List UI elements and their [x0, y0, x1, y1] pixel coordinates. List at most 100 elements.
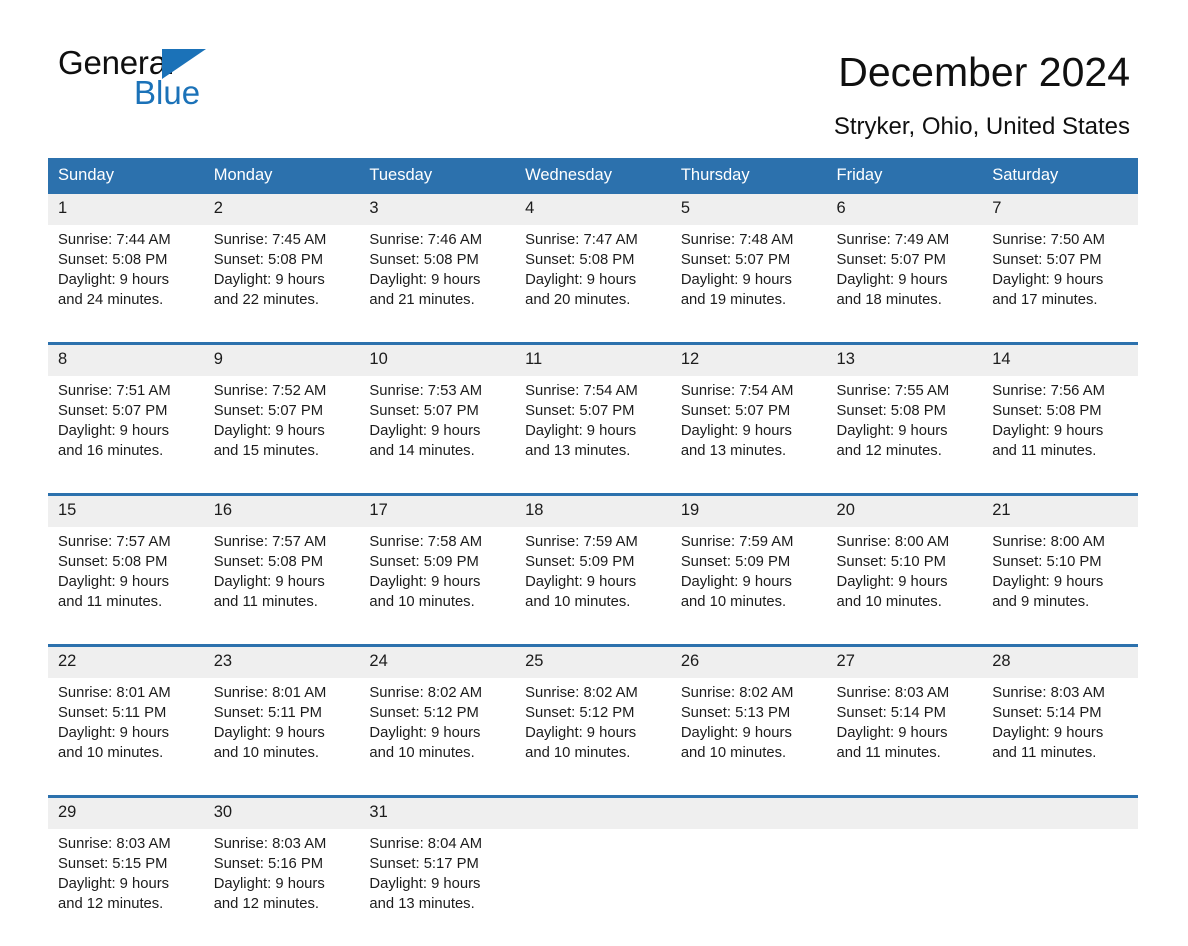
day-cell[interactable]: Sunrise: 7:54 AM Sunset: 5:07 PM Dayligh… [515, 376, 671, 495]
day-cell[interactable]: Sunrise: 7:47 AM Sunset: 5:08 PM Dayligh… [515, 225, 671, 344]
daylight-text-line1: Daylight: 9 hours [836, 272, 948, 288]
day-number[interactable]: 18 [515, 493, 671, 527]
day-number[interactable]: 3 [359, 194, 516, 225]
empty-day-cell [515, 829, 671, 946]
day-number[interactable]: 11 [515, 342, 671, 376]
day-number[interactable]: 30 [203, 795, 360, 829]
daylight-text-line2: and 13 minutes. [525, 443, 631, 459]
day-cell[interactable]: Sunrise: 8:03 AM Sunset: 5:14 PM Dayligh… [826, 678, 983, 797]
sunset-text: Sunset: 5:15 PM [58, 856, 168, 872]
sunrise-text: Sunrise: 7:49 AM [836, 232, 950, 248]
daylight-text-line2: and 12 minutes. [836, 443, 942, 459]
day-number[interactable]: 28 [982, 644, 1138, 678]
day-cell[interactable]: Sunrise: 7:44 AM Sunset: 5:08 PM Dayligh… [48, 225, 204, 344]
day-number[interactable]: 16 [203, 493, 360, 527]
day-number[interactable]: 17 [359, 493, 516, 527]
day-cell[interactable]: Sunrise: 8:01 AM Sunset: 5:11 PM Dayligh… [48, 678, 204, 797]
day-number[interactable]: 7 [982, 194, 1138, 225]
daylight-text-line1: Daylight: 9 hours [58, 725, 170, 741]
daylight-text-line2: and 11 minutes. [58, 594, 163, 610]
daylight-text-line1: Daylight: 9 hours [836, 423, 948, 439]
sunrise-text: Sunrise: 8:00 AM [836, 534, 950, 550]
day-cell[interactable]: Sunrise: 8:04 AM Sunset: 5:17 PM Dayligh… [359, 829, 516, 946]
day-cell[interactable]: Sunrise: 7:58 AM Sunset: 5:09 PM Dayligh… [359, 527, 516, 646]
title-block: December 2024 Stryker, Ohio, United Stat… [834, 46, 1130, 144]
day-number[interactable]: 25 [515, 644, 671, 678]
day-number[interactable]: 12 [670, 342, 827, 376]
day-number[interactable]: 23 [203, 644, 360, 678]
daylight-text-line2: and 10 minutes. [525, 594, 631, 610]
day-number[interactable]: 26 [670, 644, 827, 678]
daylight-text-line1: Daylight: 9 hours [525, 423, 637, 439]
weekday-header-friday: Friday [826, 158, 983, 194]
day-number[interactable]: 22 [48, 644, 204, 678]
day-cell[interactable]: Sunrise: 8:00 AM Sunset: 5:10 PM Dayligh… [826, 527, 983, 646]
day-cell[interactable]: Sunrise: 8:02 AM Sunset: 5:12 PM Dayligh… [515, 678, 671, 797]
sunset-text: Sunset: 5:09 PM [369, 554, 479, 570]
sunset-text: Sunset: 5:14 PM [836, 705, 946, 721]
weekday-header-thursday: Thursday [670, 158, 827, 194]
day-cell[interactable]: Sunrise: 8:02 AM Sunset: 5:13 PM Dayligh… [670, 678, 827, 797]
day-cell[interactable]: Sunrise: 7:59 AM Sunset: 5:09 PM Dayligh… [515, 527, 671, 646]
sunrise-text: Sunrise: 8:03 AM [992, 685, 1105, 701]
sunset-text: Sunset: 5:08 PM [836, 403, 946, 419]
day-cell[interactable]: Sunrise: 7:57 AM Sunset: 5:08 PM Dayligh… [203, 527, 360, 646]
weekday-header-saturday: Saturday [982, 158, 1138, 194]
day-number[interactable]: 14 [982, 342, 1138, 376]
day-number[interactable]: 10 [359, 342, 516, 376]
daylight-text-line2: and 21 minutes. [369, 292, 475, 308]
day-cell[interactable]: Sunrise: 7:52 AM Sunset: 5:07 PM Dayligh… [203, 376, 360, 495]
day-number[interactable]: 24 [359, 644, 516, 678]
week-info-row: Sunrise: 7:51 AM Sunset: 5:07 PM Dayligh… [48, 376, 1138, 495]
daylight-text-line1: Daylight: 9 hours [680, 272, 792, 288]
day-cell[interactable]: Sunrise: 7:53 AM Sunset: 5:07 PM Dayligh… [359, 376, 516, 495]
sunrise-text: Sunrise: 8:03 AM [213, 836, 327, 852]
day-cell[interactable]: Sunrise: 7:51 AM Sunset: 5:07 PM Dayligh… [48, 376, 204, 495]
day-cell[interactable]: Sunrise: 8:03 AM Sunset: 5:14 PM Dayligh… [982, 678, 1138, 797]
empty-day-cell [826, 829, 983, 946]
day-number[interactable]: 4 [515, 194, 671, 225]
day-number[interactable]: 31 [359, 795, 516, 829]
daylight-text-line1: Daylight: 9 hours [213, 725, 325, 741]
day-number[interactable]: 21 [982, 493, 1138, 527]
daylight-text-line1: Daylight: 9 hours [369, 876, 481, 892]
generalblue-logo[interactable]: General Blue [58, 45, 358, 117]
day-number[interactable]: 6 [826, 194, 983, 225]
day-cell[interactable]: Sunrise: 7:48 AM Sunset: 5:07 PM Dayligh… [670, 225, 827, 344]
day-number[interactable]: 13 [826, 342, 983, 376]
day-cell[interactable]: Sunrise: 8:03 AM Sunset: 5:15 PM Dayligh… [48, 829, 204, 946]
day-cell[interactable]: Sunrise: 7:54 AM Sunset: 5:07 PM Dayligh… [670, 376, 827, 495]
day-cell[interactable]: Sunrise: 8:00 AM Sunset: 5:10 PM Dayligh… [982, 527, 1138, 646]
day-cell[interactable]: Sunrise: 7:55 AM Sunset: 5:08 PM Dayligh… [826, 376, 983, 495]
daylight-text-line1: Daylight: 9 hours [58, 423, 170, 439]
sunset-text: Sunset: 5:07 PM [213, 403, 324, 419]
daylight-text-line1: Daylight: 9 hours [58, 876, 170, 892]
day-number[interactable]: 2 [203, 194, 360, 225]
day-number[interactable]: 19 [670, 493, 827, 527]
day-number[interactable]: 8 [48, 342, 204, 376]
sunset-text: Sunset: 5:07 PM [369, 403, 479, 419]
sunrise-text: Sunrise: 7:59 AM [525, 534, 638, 550]
day-number[interactable]: 27 [826, 644, 983, 678]
sunrise-text: Sunrise: 8:03 AM [836, 685, 950, 701]
day-number[interactable]: 9 [203, 342, 360, 376]
day-cell[interactable]: Sunrise: 7:57 AM Sunset: 5:08 PM Dayligh… [48, 527, 204, 646]
day-cell[interactable]: Sunrise: 7:59 AM Sunset: 5:09 PM Dayligh… [670, 527, 827, 646]
sunset-text: Sunset: 5:08 PM [58, 554, 168, 570]
day-cell[interactable]: Sunrise: 7:50 AM Sunset: 5:07 PM Dayligh… [982, 225, 1138, 344]
day-cell[interactable]: Sunrise: 7:46 AM Sunset: 5:08 PM Dayligh… [359, 225, 516, 344]
day-cell[interactable]: Sunrise: 7:56 AM Sunset: 5:08 PM Dayligh… [982, 376, 1138, 495]
day-number[interactable]: 20 [826, 493, 983, 527]
week-daynumber-row: 8 9 10 11 12 13 14 [48, 342, 1138, 376]
day-number[interactable]: 29 [48, 795, 204, 829]
day-cell[interactable]: Sunrise: 8:01 AM Sunset: 5:11 PM Dayligh… [203, 678, 360, 797]
day-number[interactable]: 15 [48, 493, 204, 527]
day-cell[interactable]: Sunrise: 8:02 AM Sunset: 5:12 PM Dayligh… [359, 678, 516, 797]
day-number[interactable]: 1 [48, 194, 204, 225]
daylight-text-line2: and 10 minutes. [680, 594, 787, 610]
day-cell[interactable]: Sunrise: 7:45 AM Sunset: 5:08 PM Dayligh… [203, 225, 360, 344]
daylight-text-line1: Daylight: 9 hours [992, 574, 1104, 590]
day-cell[interactable]: Sunrise: 7:49 AM Sunset: 5:07 PM Dayligh… [826, 225, 983, 344]
day-cell[interactable]: Sunrise: 8:03 AM Sunset: 5:16 PM Dayligh… [203, 829, 360, 946]
day-number[interactable]: 5 [670, 194, 827, 225]
